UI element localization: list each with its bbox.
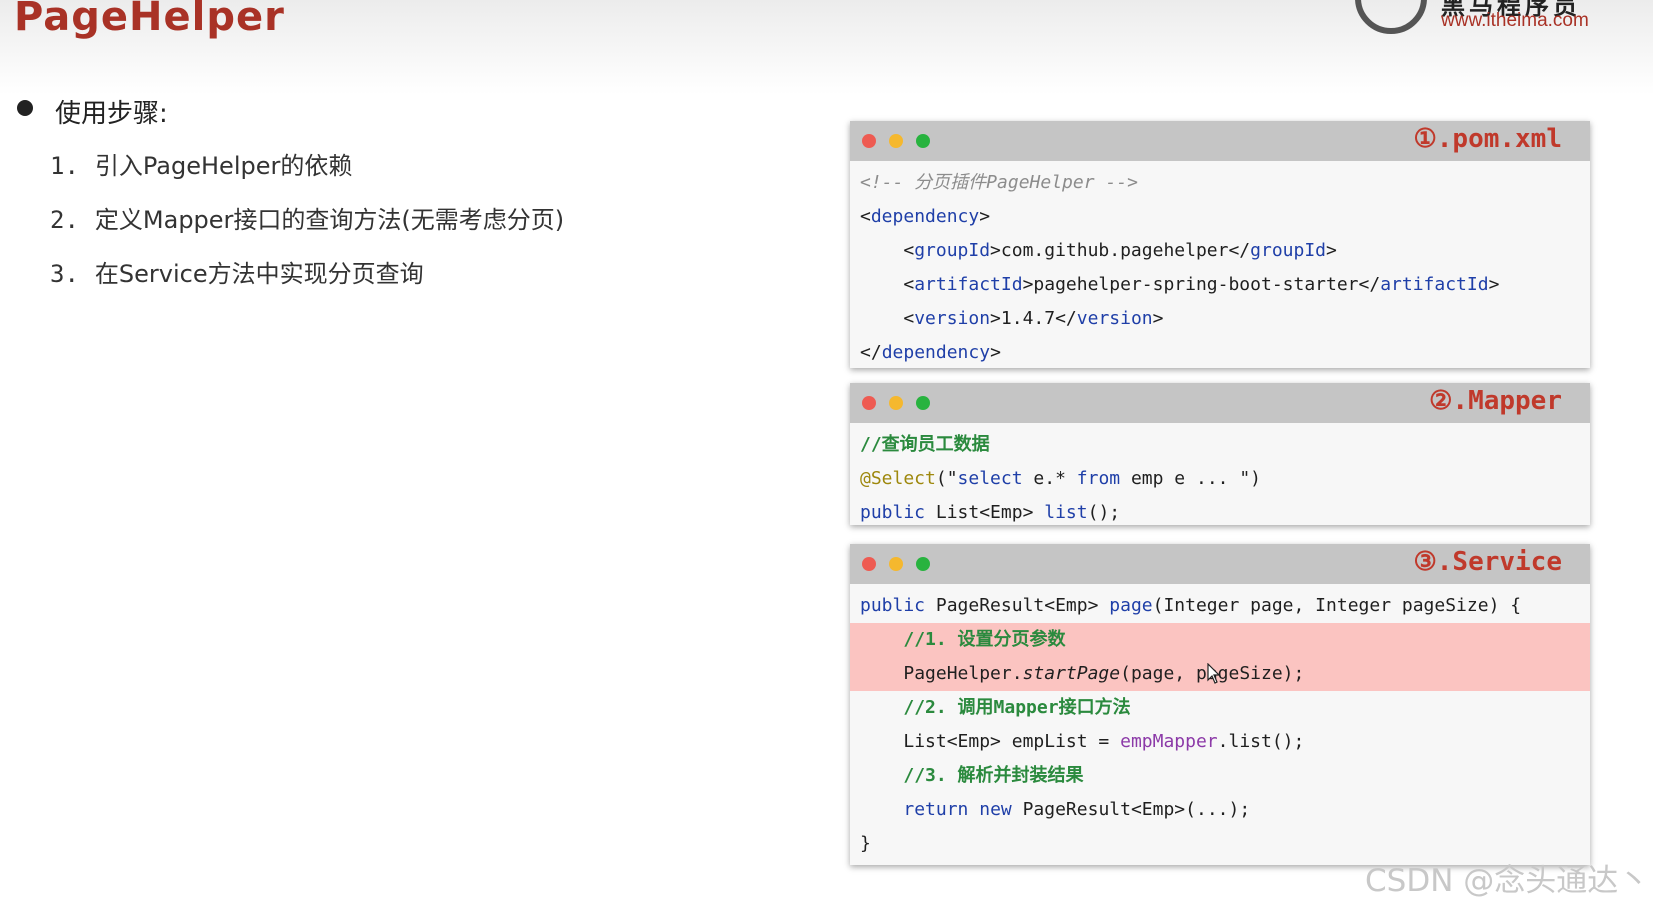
steps-heading: 使用步骤: xyxy=(55,99,168,129)
mac-close-dot xyxy=(862,134,876,148)
window-title-bar: ①.pom.xml xyxy=(850,121,1590,161)
mac-minimize-dot xyxy=(889,557,903,571)
code-method: list xyxy=(1044,502,1088,523)
xml-tag: artifactId xyxy=(914,274,1023,295)
mac-maximize-dot xyxy=(916,134,930,148)
itheima-logo-icon xyxy=(1355,0,1427,34)
code-line: //3. 解析并封装结果 xyxy=(850,759,1590,793)
code-line: @Select("select e.* from emp e ... ") xyxy=(860,468,1262,489)
mac-close-dot xyxy=(862,396,876,410)
code-keyword: new xyxy=(979,799,1012,820)
code-text: } xyxy=(860,833,871,854)
code-comment: //3. 解析并封装结果 xyxy=(903,765,1084,786)
code-line: //2. 调用Mapper接口方法 xyxy=(850,691,1590,725)
step-item: 1. 引入PageHelper的依赖 xyxy=(50,146,352,181)
code-method: page xyxy=(1109,595,1153,616)
service-code-window: ③.Service public PageResult<Emp> page(In… xyxy=(850,544,1590,865)
mac-minimize-dot xyxy=(889,396,903,410)
step-number: 3. xyxy=(50,260,79,288)
logo-url: www.itheima.com xyxy=(1441,10,1589,31)
xml-comment: <!-- 分页插件PageHelper --> xyxy=(860,172,1138,193)
code-annotation: @Select xyxy=(860,468,936,489)
mouse-cursor-icon xyxy=(1207,663,1221,684)
code-line: List<Emp> empList = empMapper.list(); xyxy=(850,725,1590,759)
bullet-dot-icon xyxy=(17,100,33,116)
xml-tag: groupId xyxy=(914,240,991,261)
step-number: 1. xyxy=(50,152,79,180)
code-block: //查询员工数据 @Select("select e.* from emp e … xyxy=(850,423,1590,530)
code-line: <groupId>com.github.pagehelper</groupId> xyxy=(860,240,1337,261)
code-text: List<Emp> empList = xyxy=(903,731,1121,752)
xml-value: 1.4.7 xyxy=(1000,308,1056,329)
window-title-bar: ③.Service xyxy=(850,544,1590,584)
xml-tag: version xyxy=(1076,308,1153,329)
slide-title: PageHelper xyxy=(14,0,285,40)
pom-code-window: ①.pom.xml <!-- 分页插件PageHelper --> <depen… xyxy=(850,121,1590,368)
itheima-logo: 黑马程序员 www.itheima.com xyxy=(1355,0,1615,42)
step-text: 引入PageHelper的依赖 xyxy=(94,152,353,180)
code-type: PageResult<Emp> xyxy=(925,595,1110,616)
code-text: (Integer page, Integer pageSize) { xyxy=(1152,595,1522,616)
panel-title: ①.pom.xml xyxy=(1413,124,1562,154)
xml-tag: dependency xyxy=(881,342,991,363)
code-text: (); xyxy=(1087,502,1121,523)
mac-minimize-dot xyxy=(889,134,903,148)
mac-close-dot xyxy=(862,557,876,571)
code-line: <!-- 分页插件PageHelper --> xyxy=(850,166,1590,200)
sql-keyword: from xyxy=(1076,468,1121,489)
code-line: <artifactId>pagehelper-spring-boot-start… xyxy=(860,274,1500,295)
xml-tag: artifactId xyxy=(1380,274,1489,295)
code-line: <dependency> xyxy=(860,206,991,227)
panel-title: ③.Service xyxy=(1413,547,1562,577)
code-method: startPage xyxy=(1022,663,1121,684)
code-line: return new PageResult<Emp>(...); xyxy=(850,793,1590,827)
window-title-bar: ②.Mapper xyxy=(850,383,1590,423)
xml-value: com.github.pagehelper xyxy=(1000,240,1229,261)
code-line: public List<Emp> list(); xyxy=(850,496,1590,530)
xml-value: pagehelper-spring-boot-starter xyxy=(1033,274,1359,295)
mapper-code-window: ②.Mapper //查询员工数据 @Select("select e.* fr… xyxy=(850,383,1590,525)
panel-title: ②.Mapper xyxy=(1429,386,1562,416)
highlighted-code-line: //1. 设置分页参数 xyxy=(850,623,1590,657)
step-text: 定义Mapper接口的查询方法(无需考虑分页) xyxy=(94,206,565,234)
step-number: 2. xyxy=(50,206,79,234)
code-line: //查询员工数据 xyxy=(850,428,1590,462)
sql-text: emp e ... xyxy=(1120,468,1240,489)
xml-tag: version xyxy=(914,308,991,329)
csdn-watermark: CSDN @念头通达丶 xyxy=(1365,863,1650,899)
code-text: PageResult<Emp>(...); xyxy=(1011,799,1251,820)
step-text: 在Service方法中实现分页查询 xyxy=(94,260,424,288)
code-comment: //1. 设置分页参数 xyxy=(903,629,1066,650)
code-text: PageHelper. xyxy=(903,663,1023,684)
code-keyword: public xyxy=(860,502,926,523)
sql-text: e.* xyxy=(1022,468,1077,489)
code-line: <version>1.4.7</version> xyxy=(860,308,1164,329)
code-line: </dependency> xyxy=(860,342,1001,363)
code-line: public PageResult<Emp> page(Integer page… xyxy=(850,589,1590,623)
xml-tag: groupId xyxy=(1250,240,1327,261)
code-keyword: public xyxy=(860,595,926,616)
code-field: empMapper xyxy=(1120,731,1218,752)
step-item: 3. 在Service方法中实现分页查询 xyxy=(50,254,424,289)
code-comment: //2. 调用Mapper接口方法 xyxy=(903,697,1131,718)
xml-tag: dependency xyxy=(870,206,980,227)
code-block: public PageResult<Emp> page(Integer page… xyxy=(850,584,1590,861)
code-text: .list(); xyxy=(1217,731,1305,752)
mac-maximize-dot xyxy=(916,396,930,410)
code-keyword: return xyxy=(903,799,969,820)
mac-maximize-dot xyxy=(916,557,930,571)
step-item: 2. 定义Mapper接口的查询方法(无需考虑分页) xyxy=(50,200,564,235)
code-type: List<Emp> xyxy=(925,502,1045,523)
code-block: <!-- 分页插件PageHelper --> <dependency> <gr… xyxy=(850,161,1590,370)
code-comment: //查询员工数据 xyxy=(860,434,990,455)
sql-keyword: select xyxy=(957,468,1023,489)
